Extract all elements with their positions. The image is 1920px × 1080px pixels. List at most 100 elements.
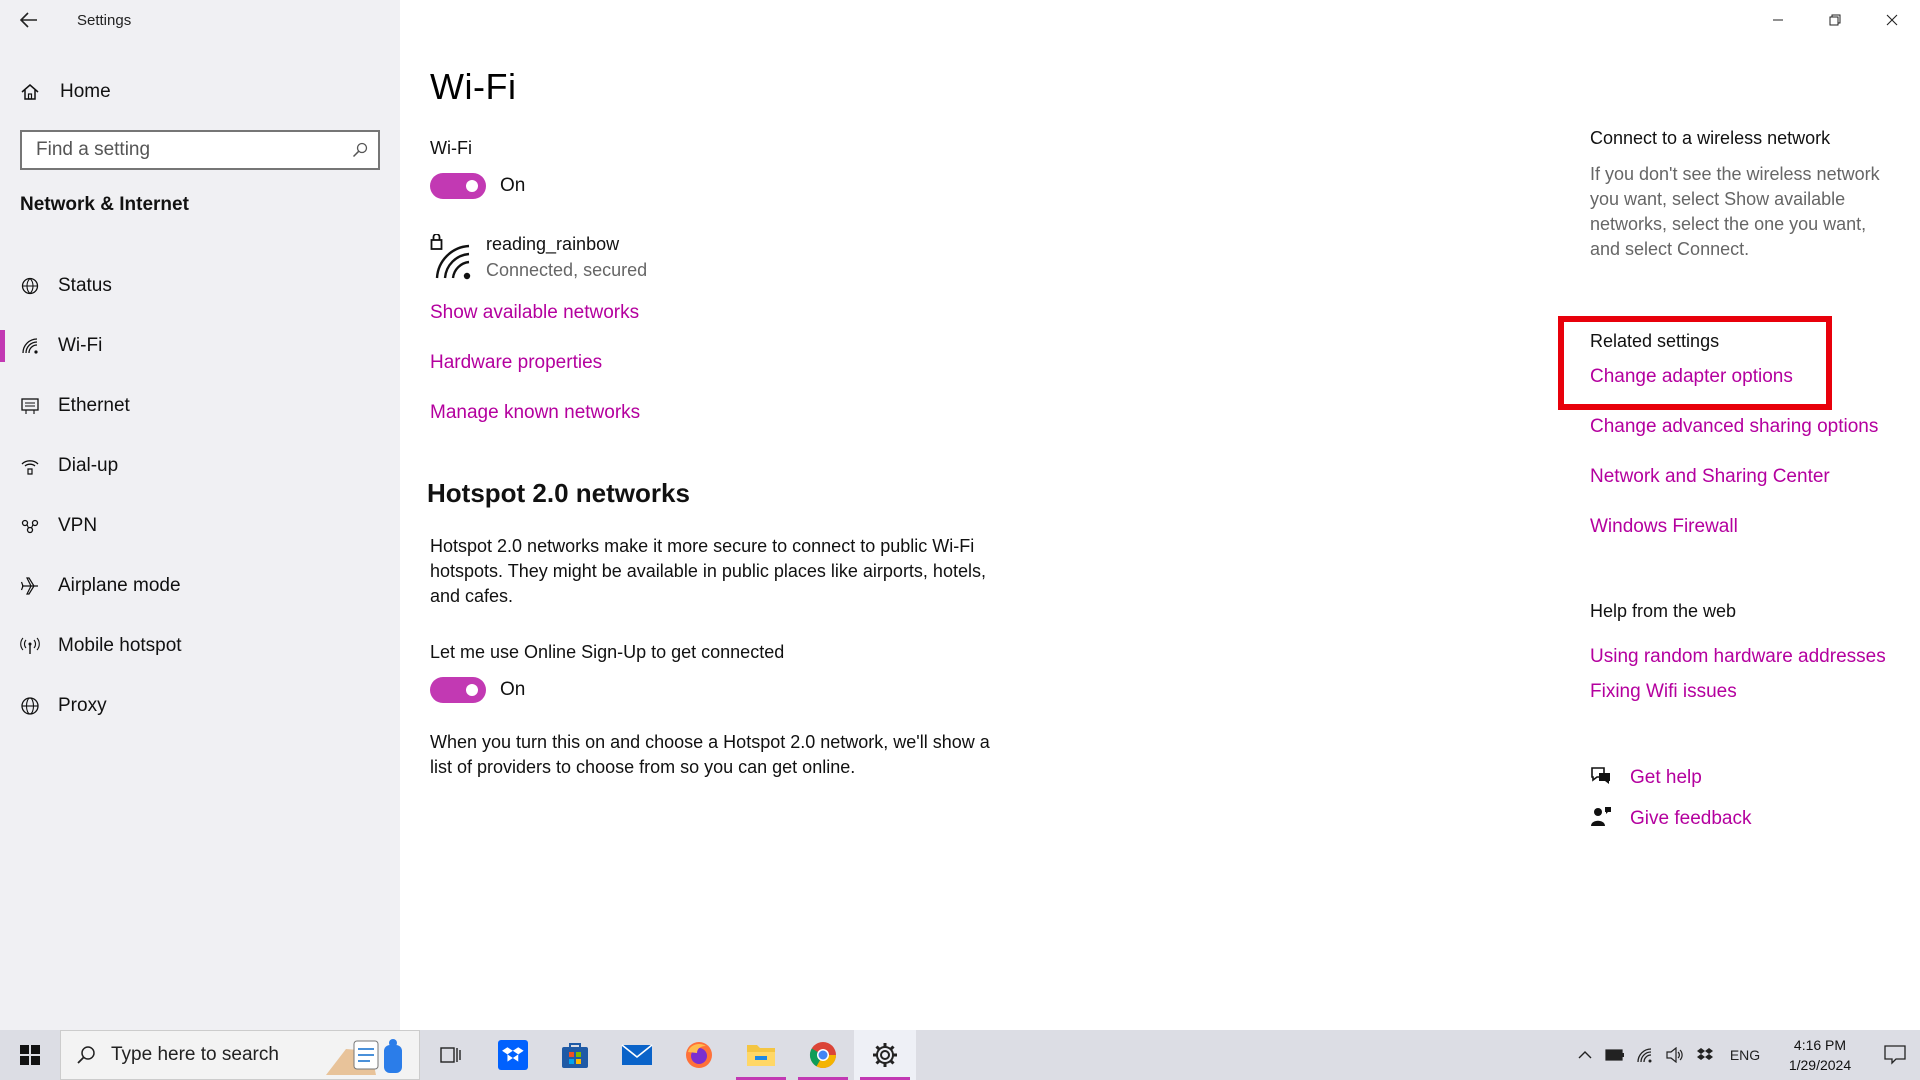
app-title: Settings	[77, 11, 132, 29]
help-heading: Help from the web	[1590, 601, 1737, 621]
task-view-button[interactable]	[420, 1030, 482, 1080]
taskbar-app-chrome[interactable]	[792, 1030, 854, 1080]
hotspot-heading: Hotspot 2.0 networks	[427, 478, 690, 508]
search-box[interactable]	[20, 130, 380, 170]
random-hardware-addresses-link[interactable]: Using random hardware addresses	[1590, 646, 1886, 668]
manage-known-networks-link[interactable]: Manage known networks	[430, 402, 640, 424]
sidebar-item-label: VPN	[58, 515, 98, 536]
dropbox-tray-button[interactable]	[1690, 1030, 1720, 1080]
minimize-button[interactable]	[1749, 0, 1806, 40]
search-icon[interactable]	[342, 142, 378, 158]
home-icon	[20, 82, 60, 102]
network-tray-button[interactable]	[1630, 1030, 1660, 1080]
minimize-icon	[1772, 19, 1783, 21]
globe-icon	[0, 696, 58, 716]
taskbar-app-settings[interactable]	[854, 1030, 916, 1080]
chrome-icon	[809, 1042, 837, 1069]
get-help-row[interactable]: Get help	[1590, 765, 1702, 790]
wifi-toggle[interactable]	[430, 173, 486, 199]
taskbar-app-store[interactable]	[544, 1030, 606, 1080]
close-button[interactable]	[1863, 0, 1920, 40]
restore-icon	[1829, 14, 1840, 26]
store-icon	[562, 1043, 588, 1068]
folder-icon	[747, 1045, 775, 1066]
windows-logo-icon	[20, 1045, 40, 1065]
show-hidden-icons-button[interactable]	[1570, 1030, 1600, 1080]
sidebar-item-status[interactable]: Status	[0, 256, 400, 316]
home-label: Home	[60, 81, 111, 102]
sidebar-item-dialup[interactable]: Dial-up	[0, 436, 400, 496]
task-view-icon	[440, 1047, 461, 1063]
windows-firewall-link[interactable]: Windows Firewall	[1590, 516, 1738, 538]
show-available-networks-link[interactable]: Show available networks	[430, 302, 639, 324]
battery-tray-button[interactable]	[1600, 1030, 1630, 1080]
taskbar-app-firefox[interactable]	[668, 1030, 730, 1080]
taskbar-app-file-explorer[interactable]	[730, 1030, 792, 1080]
clock[interactable]: 4:16 PM 1/29/2024	[1770, 1035, 1870, 1075]
search-input[interactable]	[22, 132, 342, 168]
globe-status-icon	[0, 276, 58, 296]
wifi-toggle-row: On	[430, 173, 525, 199]
hotspot-icon	[0, 636, 58, 656]
sidebar-item-proxy[interactable]: Proxy	[0, 676, 400, 736]
network-name: reading_rainbow	[486, 234, 620, 254]
signup-toggle-state: On	[500, 679, 526, 700]
taskbar-search[interactable]: Type here to search	[60, 1030, 420, 1080]
sidebar-item-label: Wi-Fi	[58, 335, 103, 356]
clock-date: 1/29/2024	[1788, 1057, 1852, 1073]
close-icon	[1886, 14, 1897, 26]
hotspot-description: Hotspot 2.0 networks make it more secure…	[430, 536, 986, 606]
taskbar-app-mail[interactable]	[606, 1030, 668, 1080]
sidebar: Settings Home Network & Internet Status …	[0, 0, 400, 1030]
sidebar-item-label: Airplane mode	[58, 575, 181, 596]
volume-tray-button[interactable]	[1660, 1030, 1690, 1080]
wifi-label: Wi-Fi	[430, 138, 472, 158]
connect-text: If you don't see the wireless network yo…	[1590, 164, 1880, 259]
signup-toggle-row: On	[430, 677, 525, 703]
get-help-link[interactable]: Get help	[1630, 767, 1702, 789]
sidebar-item-airplane[interactable]: Airplane mode	[0, 556, 400, 616]
taskbar-app-dropbox[interactable]	[482, 1030, 544, 1080]
signup-toggle[interactable]	[430, 677, 486, 703]
give-feedback-row[interactable]: Give feedback	[1590, 805, 1751, 832]
dialup-icon	[0, 456, 58, 476]
connect-heading: Connect to a wireless network	[1590, 128, 1831, 148]
give-feedback-link[interactable]: Give feedback	[1630, 808, 1751, 830]
dropbox-icon	[498, 1040, 528, 1070]
clock-time: 4:16 PM	[1793, 1037, 1847, 1053]
language-indicator[interactable]: ENG	[1720, 1030, 1770, 1080]
connected-network[interactable]: reading_rainbow Connected, secured	[430, 233, 647, 285]
titlebar: Settings	[0, 0, 400, 40]
back-button[interactable]	[0, 0, 58, 40]
sidebar-item-wifi[interactable]: Wi-Fi	[0, 316, 400, 376]
restore-button[interactable]	[1806, 0, 1863, 40]
start-button[interactable]	[0, 1030, 60, 1080]
chevron-up-icon	[1578, 1051, 1592, 1059]
vpn-icon	[0, 516, 58, 536]
taskbar: Type here to search ENG 4:16 PM 1/29/202…	[0, 1030, 1920, 1080]
sidebar-item-label: Mobile hotspot	[58, 635, 182, 656]
sidebar-home[interactable]: Home	[20, 72, 111, 112]
fixing-wifi-link[interactable]: Fixing Wifi issues	[1590, 681, 1737, 703]
sidebar-item-ethernet[interactable]: Ethernet	[0, 376, 400, 436]
signup-label: Let me use Online Sign-Up to get connect…	[430, 642, 785, 662]
battery-icon	[1605, 1049, 1624, 1061]
section-title: Network & Internet	[20, 194, 189, 215]
sidebar-item-mobile-hotspot[interactable]: Mobile hotspot	[0, 616, 400, 676]
page-title: Wi-Fi	[430, 66, 517, 107]
wifi-tray-icon	[1637, 1048, 1652, 1063]
sidebar-item-vpn[interactable]: VPN	[0, 496, 400, 556]
network-sharing-center-link[interactable]: Network and Sharing Center	[1590, 466, 1830, 488]
change-advanced-sharing-link[interactable]: Change advanced sharing options	[1590, 416, 1878, 438]
feedback-icon	[1590, 805, 1630, 832]
hardware-properties-link[interactable]: Hardware properties	[430, 352, 602, 374]
wifi-toggle-state: On	[500, 175, 526, 196]
highlight-annotation-box	[1558, 316, 1832, 410]
airplane-icon	[0, 576, 58, 596]
action-center-button[interactable]	[1870, 1045, 1920, 1065]
sidebar-item-label: Status	[58, 275, 112, 296]
speaker-icon	[1666, 1047, 1683, 1063]
search-highlight-illustration	[326, 1039, 402, 1075]
dropbox-tray-icon	[1697, 1048, 1713, 1060]
mail-icon	[621, 1044, 653, 1065]
